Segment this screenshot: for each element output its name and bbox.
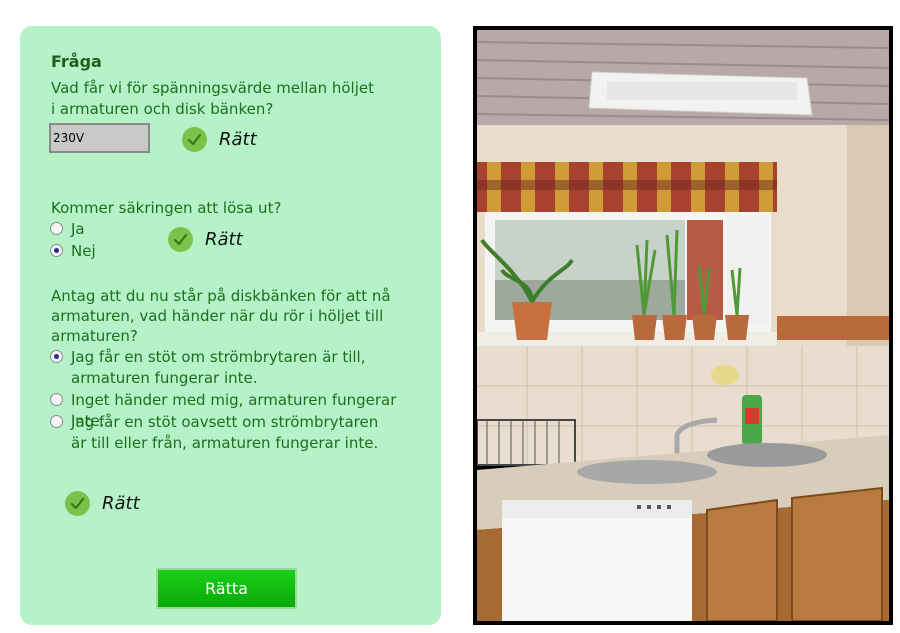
check-circle-icon (182, 127, 207, 152)
radio-button[interactable] (50, 393, 63, 406)
question-1-feedback-text: Rätt (219, 129, 257, 150)
radio-button-selected[interactable] (50, 350, 63, 363)
question-panel: Fråga Vad får vi för spänningsvärde mell… (20, 26, 441, 625)
question-2-feedback-text: Rätt (205, 229, 243, 250)
option-label: Ja (71, 220, 85, 238)
check-circle-icon (168, 227, 193, 252)
question-3-text: Antag att du nu står på diskbänken för a… (51, 287, 391, 345)
question-heading: Fråga (51, 52, 102, 71)
answer-input[interactable] (49, 123, 150, 153)
option-1[interactable]: Jag får en stöt om strömbrytaren är till… (50, 347, 390, 389)
submit-button[interactable]: Rätta (156, 568, 297, 609)
radio-button[interactable] (50, 415, 63, 428)
question-1-text: Vad får vi för spänningsvärde mellan höl… (51, 79, 375, 118)
option-ja[interactable]: Ja (50, 219, 85, 240)
option-label: Jag får en stöt oavsett om strömbrytaren… (71, 413, 379, 452)
kitchen-photo-illustration (477, 30, 889, 621)
radio-button[interactable] (50, 222, 63, 235)
question-3-feedback-text: Rätt (102, 493, 140, 514)
question-2-feedback: Rätt (168, 227, 243, 252)
check-circle-icon (65, 491, 90, 516)
option-3[interactable]: Jag får en stöt oavsett om strömbrytaren… (50, 412, 390, 454)
question-2-text: Kommer säkringen att lösa ut? (51, 199, 282, 217)
radio-button-selected[interactable] (50, 244, 63, 257)
kitchen-photo (473, 26, 893, 625)
option-label: Jag får en stöt om strömbrytaren är till… (71, 348, 366, 387)
option-nej[interactable]: Nej (50, 241, 96, 262)
question-3-feedback: Rätt (65, 491, 140, 516)
option-label: Nej (71, 242, 96, 260)
question-1-feedback: Rätt (182, 127, 257, 152)
